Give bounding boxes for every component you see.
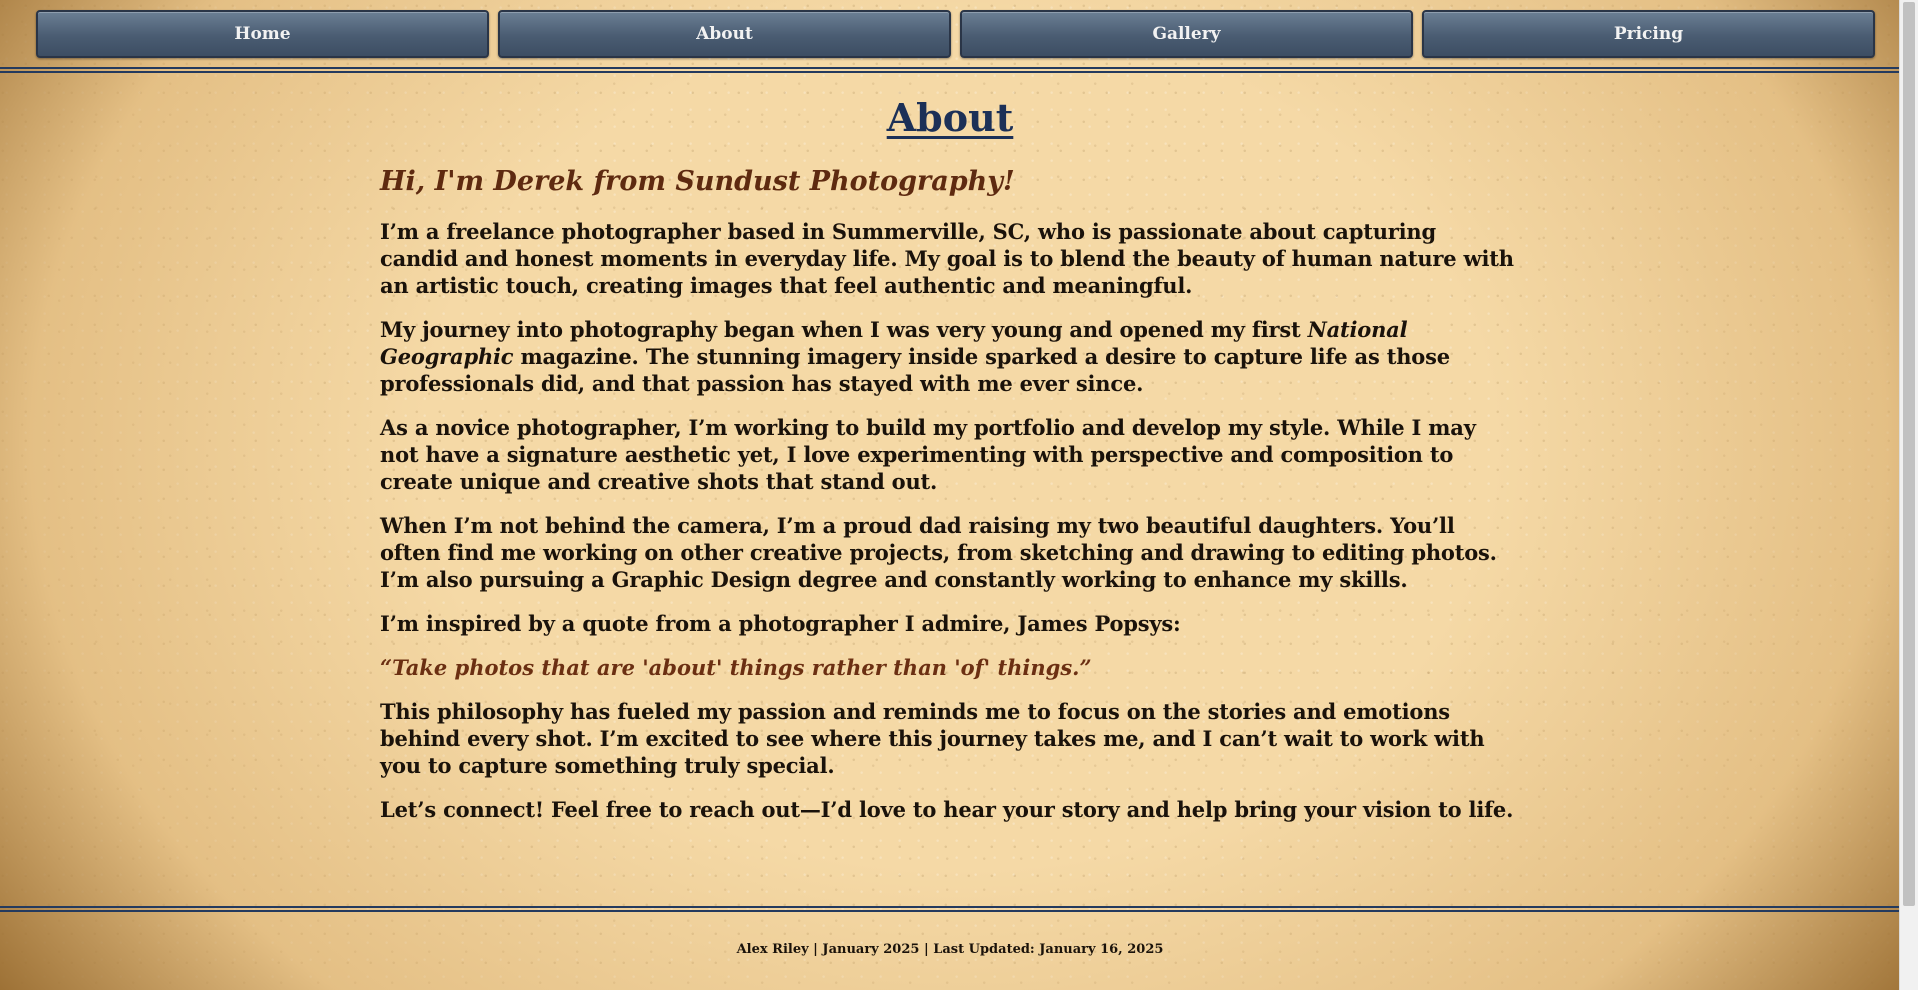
footer-divider-top [0,906,1900,908]
philosophy-paragraph: This philosophy has fueled my passion an… [380,699,1485,778]
footer-divider-bottom [0,910,1900,912]
style-paragraph: As a novice photographer, I’m working to… [380,415,1476,494]
nav-about-button[interactable]: About [498,10,951,58]
footer-credits: Alex Riley | January 2025 | Last Updated… [736,942,1164,957]
quote-text: “Take photos that are 'about' things rat… [380,655,1092,680]
journey-text-end: magazine. The stunning imagery inside sp… [380,344,1450,396]
header-divider-top [0,67,1900,69]
scrollbar-thumb[interactable] [1903,2,1915,906]
page: Home About Gallery Pricing About Hi, I'm… [0,0,1900,990]
intro-paragraph: I’m a freelance photographer based in Su… [380,219,1514,298]
about-content: About Hi, I'm Derek from Sundust Photogr… [380,92,1520,823]
journey-text-start: My journey into photography began when I… [380,317,1308,342]
nav-pricing-button[interactable]: Pricing [1422,10,1875,58]
vertical-scrollbar[interactable] [1899,0,1918,990]
header-divider-bottom [0,71,1900,73]
connect-paragraph: Let’s connect! Feel free to reach out—I’… [380,797,1514,822]
nav-home-button[interactable]: Home [36,10,489,58]
personal-paragraph: When I’m not behind the camera, I’m a pr… [380,513,1497,592]
greeting-heading: Hi, I'm Derek from Sundust Photography! [380,166,1015,197]
nav-gallery-button[interactable]: Gallery [960,10,1413,58]
page-title: About [886,95,1014,140]
main-nav: Home About Gallery Pricing [0,0,1900,66]
inspiration-paragraph: I’m inspired by a quote from a photograp… [380,611,1181,636]
journey-paragraph: My journey into photography began when I… [380,316,1520,397]
